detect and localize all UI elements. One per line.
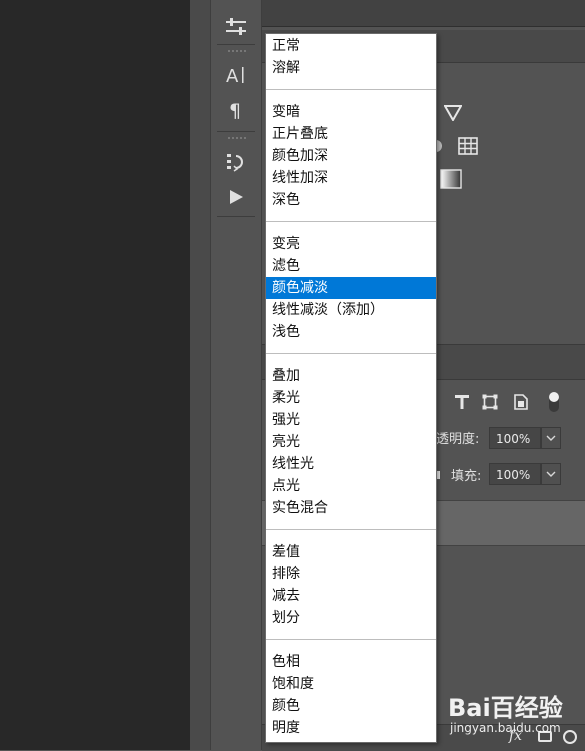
- blend-mode-option[interactable]: 变暗: [266, 101, 436, 123]
- type-filter-icon[interactable]: [452, 392, 472, 412]
- blend-mode-option[interactable]: 正片叠底: [266, 123, 436, 145]
- blend-mode-option[interactable]: 点光: [266, 475, 436, 497]
- canvas-gutter: [190, 0, 210, 750]
- document-canvas[interactable]: [0, 0, 190, 750]
- fill-dropdown-button[interactable]: [541, 463, 561, 485]
- menu-separator: [266, 639, 436, 640]
- chevron-down-icon: [546, 435, 556, 441]
- tool-divider: [217, 216, 255, 217]
- menu-separator: [266, 89, 436, 90]
- fill-label: 填充:: [451, 469, 482, 484]
- triangle-down-icon[interactable]: [443, 103, 463, 123]
- blend-mode-option[interactable]: 排除: [266, 563, 436, 585]
- blend-mode-option[interactable]: 强光: [266, 409, 436, 431]
- blend-mode-option[interactable]: 饱和度: [266, 673, 436, 695]
- svg-text:¶: ¶: [229, 100, 241, 120]
- chevron-down-icon: [546, 471, 556, 477]
- blend-mode-option[interactable]: 柔光: [266, 387, 436, 409]
- blend-mode-option[interactable]: 实色混合: [266, 497, 436, 519]
- blend-mode-option[interactable]: 浅色: [266, 321, 436, 343]
- tool-divider: [217, 44, 255, 45]
- blend-mode-option[interactable]: 线性光: [266, 453, 436, 475]
- text-tool-icon[interactable]: A: [223, 62, 249, 88]
- baidu-watermark: Bai百经验 jingyan.baidu.com: [448, 688, 583, 740]
- opacity-label: 透明度:: [436, 432, 480, 447]
- sliders-icon[interactable]: [223, 14, 249, 40]
- panel-header: [262, 0, 585, 27]
- gradient-icon[interactable]: [440, 168, 462, 190]
- blend-mode-option[interactable]: 划分: [266, 607, 436, 629]
- shape-filter-icon[interactable]: [480, 392, 500, 412]
- tool-divider: [217, 131, 255, 132]
- blend-mode-menu: 正常 溶解变暗 正片叠底 颜色加深 线性加深 深色变亮 滤色 颜色减淡 线性减淡（添加） 浅色叠加…: [265, 33, 437, 743]
- blend-mode-option[interactable]: 减去: [266, 585, 436, 607]
- smart-object-filter-icon[interactable]: [511, 392, 531, 412]
- blend-mode-option[interactable]: 线性减淡（添加）: [266, 299, 436, 321]
- opacity-input[interactable]: 100%: [489, 427, 541, 449]
- grid-icon[interactable]: [457, 136, 479, 156]
- blend-mode-option[interactable]: 颜色加深: [266, 145, 436, 167]
- play-icon[interactable]: [223, 184, 249, 210]
- panel-grip[interactable]: [228, 50, 248, 52]
- panel-grip[interactable]: [228, 137, 248, 139]
- tool-strip: A ¶: [210, 0, 262, 750]
- watermark-logo: Bai百经验: [448, 694, 563, 722]
- blend-mode-option[interactable]: 差值: [266, 541, 436, 563]
- menu-separator: [266, 353, 436, 354]
- blend-mode-option[interactable]: 变亮: [266, 233, 436, 255]
- paragraph-icon[interactable]: ¶: [223, 97, 249, 123]
- blend-mode-option[interactable]: 颜色: [266, 695, 436, 717]
- blend-mode-option[interactable]: 溶解: [266, 57, 436, 79]
- blend-mode-option[interactable]: 正常: [266, 35, 436, 57]
- blend-mode-option[interactable]: 线性加深: [266, 167, 436, 189]
- fill-input[interactable]: 100%: [489, 463, 541, 485]
- blend-mode-option[interactable]: 明度: [266, 717, 436, 739]
- watermark-url: jingyan.baidu.com: [450, 721, 561, 735]
- blend-mode-option[interactable]: 叠加: [266, 365, 436, 387]
- blend-mode-option[interactable]: 滤色: [266, 255, 436, 277]
- blend-mode-option[interactable]: 亮光: [266, 431, 436, 453]
- blend-mode-option[interactable]: 深色: [266, 189, 436, 211]
- blend-mode-option-selected[interactable]: 颜色减淡: [266, 277, 436, 299]
- menu-separator: [266, 529, 436, 530]
- opacity-dropdown-button[interactable]: [541, 427, 561, 449]
- filter-toggle-icon[interactable]: [547, 389, 561, 415]
- menu-separator: [266, 221, 436, 222]
- blend-mode-option[interactable]: 色相: [266, 651, 436, 673]
- transform-icon[interactable]: [223, 149, 249, 175]
- svg-text:A: A: [226, 66, 239, 86]
